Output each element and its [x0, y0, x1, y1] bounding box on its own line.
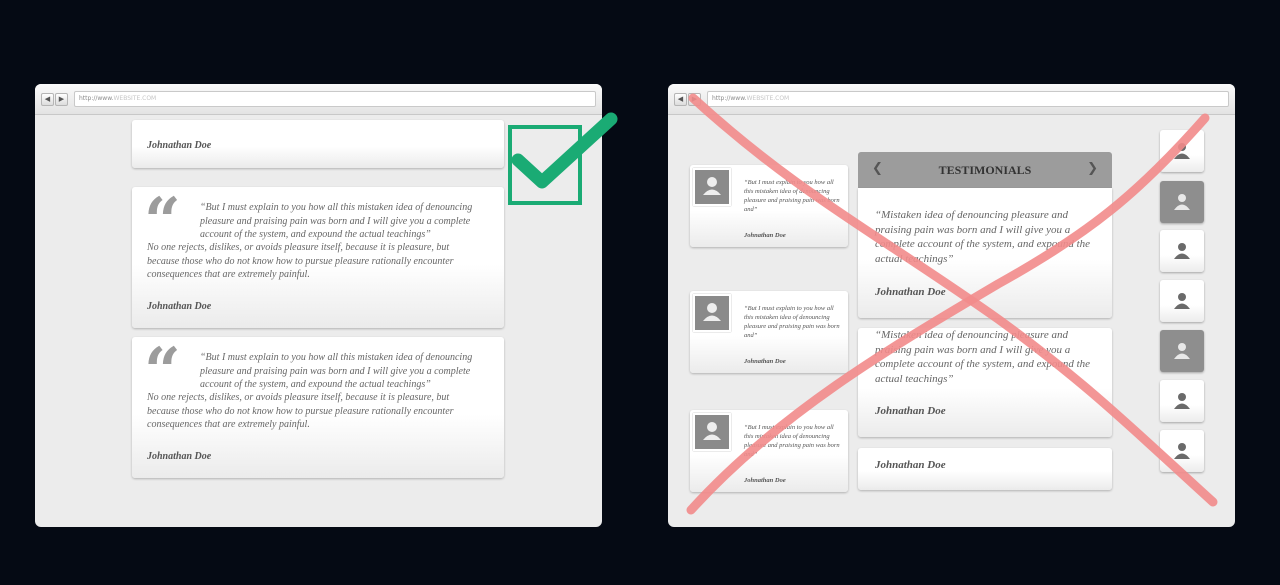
user-icon: [1174, 194, 1190, 210]
address-prefix: http://www.: [79, 95, 114, 102]
avatar: [693, 413, 731, 451]
testimonial-quote: “But I must explain to you how all this …: [744, 424, 840, 458]
avatar: [693, 294, 731, 332]
address-domain: WEBSITE.COM: [746, 95, 790, 102]
small-testimonial-card: “But I must explain to you how all this …: [690, 165, 848, 247]
back-button[interactable]: ◀: [674, 93, 687, 106]
testimonial-card: “ “But I must explain to you how all thi…: [132, 187, 504, 328]
browser-window-incorrect: ◀ ▶ http://www.WEBSITE.COM “But I must e…: [668, 84, 1235, 527]
testimonial-author: Johnathan Doe: [744, 358, 786, 365]
testimonial-quote: “But I must explain to you how all this …: [744, 305, 840, 339]
testimonial-quote: “Mistaken idea of denouncing pleasure an…: [875, 209, 1091, 265]
address-domain: WEBSITE.COM: [113, 95, 157, 102]
user-icon: [1174, 293, 1190, 309]
user-icon: [703, 422, 721, 440]
user-icon: [1174, 393, 1190, 409]
testimonial-card: Johnathan Doe: [858, 448, 1112, 490]
avatar: [693, 168, 731, 206]
user-icon: [1174, 443, 1190, 459]
avatar-thumbnail[interactable]: [1160, 230, 1204, 272]
user-icon: [703, 303, 721, 321]
user-icon: [703, 177, 721, 195]
address-prefix: http://www.: [712, 95, 747, 102]
testimonial-card: “ “But I must explain to you how all thi…: [132, 337, 504, 478]
testimonial-card: “Mistaken idea of denouncing pleasure an…: [858, 188, 1112, 318]
avatar-thumbnail[interactable]: [1160, 330, 1204, 372]
avatar-thumbnail[interactable]: [1160, 430, 1204, 472]
chevron-right-icon[interactable]: ❯: [1087, 161, 1098, 176]
testimonial-author: Johnathan Doe: [875, 405, 946, 417]
testimonial-quote: “Mistaken idea of denouncing pleasure an…: [875, 329, 1091, 385]
arrow-left-icon: ◀: [677, 95, 684, 103]
testimonial-quote: “But I must explain to you how all this …: [744, 179, 840, 213]
browser-toolbar: ◀ ▶ http://www.WEBSITE.COM: [668, 84, 1235, 115]
testimonial-card: “Mistaken idea of denouncing pleasure an…: [858, 328, 1112, 437]
testimonial-quote: “But I must explain to you how all this …: [200, 202, 473, 240]
testimonial-author: Johnathan Doe: [875, 459, 946, 471]
small-testimonial-card: “But I must explain to you how all this …: [690, 410, 848, 492]
back-button[interactable]: ◀: [41, 93, 54, 106]
testimonial-author: Johnathan Doe: [147, 140, 212, 151]
avatar-thumbnail[interactable]: [1160, 130, 1204, 172]
small-testimonial-card: “But I must explain to you how all this …: [690, 291, 848, 373]
testimonial-author: Johnathan Doe: [147, 451, 212, 462]
testimonial-card: Johnathan Doe: [132, 120, 504, 168]
testimonial-body: No one rejects, dislikes, or avoids plea…: [147, 242, 454, 280]
testimonial-author: Johnathan Doe: [875, 286, 946, 298]
testimonial-body: No one rejects, dislikes, or avoids plea…: [147, 392, 454, 430]
testimonial-author: Johnathan Doe: [147, 301, 212, 312]
testimonial-quote: “But I must explain to you how all this …: [200, 352, 473, 390]
user-icon: [1174, 243, 1190, 259]
testimonials-header: ❮ TESTIMONIALS ❯: [858, 152, 1112, 188]
arrow-left-icon: ◀: [44, 95, 51, 103]
address-bar[interactable]: http://www.WEBSITE.COM: [707, 91, 1229, 107]
avatar-thumbnail[interactable]: [1160, 380, 1204, 422]
arrow-right-icon: ▶: [691, 95, 698, 103]
avatar-thumbnail[interactable]: [1160, 280, 1204, 322]
user-icon: [1174, 143, 1190, 159]
checkmark-icon: [508, 112, 618, 205]
panel-title: TESTIMONIALS: [938, 163, 1032, 177]
forward-button[interactable]: ▶: [55, 93, 68, 106]
testimonial-author: Johnathan Doe: [744, 477, 786, 484]
arrow-right-icon: ▶: [58, 95, 65, 103]
avatar-thumbnail[interactable]: [1160, 181, 1204, 223]
address-bar[interactable]: http://www.WEBSITE.COM: [74, 91, 596, 107]
forward-button[interactable]: ▶: [688, 93, 701, 106]
user-icon: [1174, 343, 1190, 359]
testimonial-author: Johnathan Doe: [744, 232, 786, 239]
